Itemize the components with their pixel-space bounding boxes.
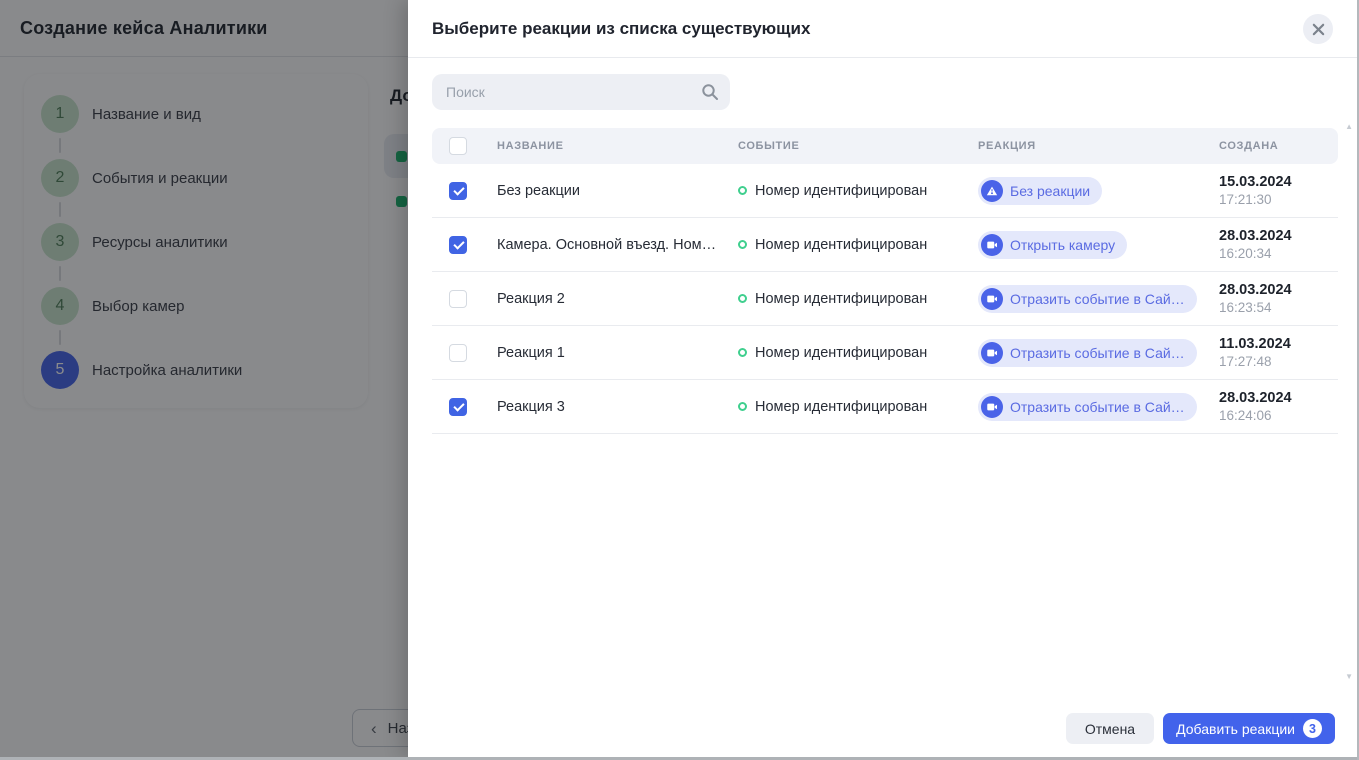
close-button[interactable] <box>1303 14 1333 44</box>
event-name: Номер идентифицирован <box>755 237 927 253</box>
event-cell: Номер идентифицирован <box>738 399 978 415</box>
event-status-ring-icon <box>738 240 747 249</box>
reaction-badge-label: Отразить событие в Сай… <box>1010 345 1185 361</box>
event-status-ring-icon <box>738 348 747 357</box>
table-header-row: НАЗВАНИЕ СОБЫТИЕ РЕАКЦИЯ СОЗДАНА <box>432 128 1338 164</box>
column-header-reaction: РЕАКЦИЯ <box>978 140 1219 152</box>
add-reactions-button-label: Добавить реакции <box>1176 721 1295 737</box>
reaction-name: Без реакции <box>497 183 738 199</box>
event-name: Номер идентифицирован <box>755 183 927 199</box>
reaction-badge: Отразить событие в Сай… <box>978 339 1197 367</box>
scrollbar-down-arrow[interactable]: ▼ <box>1345 672 1353 681</box>
selected-count-badge: 3 <box>1303 719 1322 738</box>
created-time: 17:21:30 <box>1219 192 1338 207</box>
select-all-checkbox[interactable] <box>449 137 467 155</box>
table-row[interactable]: Реакция 3 Номер идентифицирован Отразить… <box>432 380 1338 434</box>
event-name: Номер идентифицирован <box>755 345 927 361</box>
created-time: 16:23:54 <box>1219 300 1338 315</box>
add-reactions-button[interactable]: Добавить реакции 3 <box>1163 713 1335 744</box>
search-field <box>432 74 730 110</box>
reaction-badge-label: Отразить событие в Сай… <box>1010 399 1185 415</box>
reaction-badge: Отразить событие в Сай… <box>978 393 1197 421</box>
event-status-ring-icon <box>738 294 747 303</box>
reaction-badge: Отразить событие в Сай… <box>978 285 1197 313</box>
created-date: 11.03.2024 <box>1219 336 1338 352</box>
screen: Создание кейса Аналитики 1 Название и ви… <box>0 0 1359 760</box>
reaction-badge-label: Открыть камеру <box>1010 237 1115 253</box>
event-cell: Номер идентифицирован <box>738 237 978 253</box>
video-camera-icon <box>981 342 1003 364</box>
created-date: 15.03.2024 <box>1219 174 1338 190</box>
reaction-badge: Открыть камеру <box>978 231 1127 259</box>
video-camera-icon <box>981 396 1003 418</box>
modal-body: НАЗВАНИЕ СОБЫТИЕ РЕАКЦИЯ СОЗДАНА Без реа… <box>408 58 1359 434</box>
event-status-ring-icon <box>738 402 747 411</box>
event-name: Номер идентифицирован <box>755 291 927 307</box>
reaction-name: Реакция 2 <box>497 291 738 307</box>
created-date: 28.03.2024 <box>1219 228 1338 244</box>
table-rows: Без реакции Номер идентифицирован Без ре… <box>432 164 1338 434</box>
alert-triangle-icon <box>981 180 1003 202</box>
event-cell: Номер идентифицирован <box>738 291 978 307</box>
created-date: 28.03.2024 <box>1219 282 1338 298</box>
column-header-name: НАЗВАНИЕ <box>497 140 738 152</box>
created-time: 16:20:34 <box>1219 246 1338 261</box>
close-icon <box>1312 23 1325 36</box>
event-cell: Номер идентифицирован <box>738 183 978 199</box>
reaction-badge: Без реакции <box>978 177 1102 205</box>
column-header-event: СОБЫТИЕ <box>738 140 978 152</box>
reaction-name: Реакция 1 <box>497 345 738 361</box>
video-camera-icon <box>981 288 1003 310</box>
created-time: 17:27:48 <box>1219 354 1338 369</box>
row-checkbox[interactable] <box>449 236 467 254</box>
created-cell: 28.03.2024 16:24:06 <box>1219 390 1338 423</box>
reaction-badge-label: Без реакции <box>1010 183 1090 199</box>
column-header-created: СОЗДАНА <box>1219 140 1338 152</box>
row-checkbox[interactable] <box>449 344 467 362</box>
created-date: 28.03.2024 <box>1219 390 1338 406</box>
search-input[interactable] <box>432 74 730 110</box>
created-time: 16:24:06 <box>1219 408 1338 423</box>
event-status-ring-icon <box>738 186 747 195</box>
row-checkbox[interactable] <box>449 290 467 308</box>
row-checkbox[interactable] <box>449 398 467 416</box>
modal-header: Выберите реакции из списка существующих <box>408 0 1359 58</box>
row-checkbox[interactable] <box>449 182 467 200</box>
table-row[interactable]: Без реакции Номер идентифицирован Без ре… <box>432 164 1338 218</box>
scrollbar-up-arrow[interactable]: ▲ <box>1345 122 1353 131</box>
cancel-button-label: Отмена <box>1085 721 1135 737</box>
cancel-button[interactable]: Отмена <box>1066 713 1154 744</box>
modal-title: Выберите реакции из списка существующих <box>432 19 810 39</box>
event-cell: Номер идентифицирован <box>738 345 978 361</box>
reaction-name: Камера. Основной въезд. Ном… <box>497 237 738 253</box>
reactions-table: НАЗВАНИЕ СОБЫТИЕ РЕАКЦИЯ СОЗДАНА Без реа… <box>432 128 1338 434</box>
table-row[interactable]: Реакция 1 Номер идентифицирован Отразить… <box>432 326 1338 380</box>
select-reactions-modal: Выберите реакции из списка существующих … <box>408 0 1359 757</box>
reaction-name: Реакция 3 <box>497 399 738 415</box>
search-icon <box>701 83 719 101</box>
reaction-badge-label: Отразить событие в Сай… <box>1010 291 1185 307</box>
table-row[interactable]: Камера. Основной въезд. Ном… Номер идент… <box>432 218 1338 272</box>
event-name: Номер идентифицирован <box>755 399 927 415</box>
created-cell: 28.03.2024 16:20:34 <box>1219 228 1338 261</box>
created-cell: 15.03.2024 17:21:30 <box>1219 174 1338 207</box>
created-cell: 28.03.2024 16:23:54 <box>1219 282 1338 315</box>
video-camera-icon <box>981 234 1003 256</box>
modal-footer: Отмена Добавить реакции 3 <box>1066 713 1335 744</box>
table-row[interactable]: Реакция 2 Номер идентифицирован Отразить… <box>432 272 1338 326</box>
created-cell: 11.03.2024 17:27:48 <box>1219 336 1338 369</box>
